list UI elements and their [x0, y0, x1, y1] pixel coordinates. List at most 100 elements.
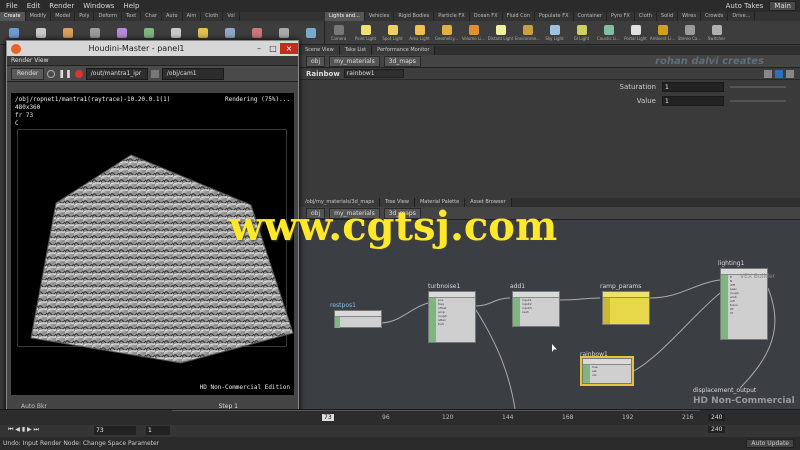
- lights-tool-12[interactable]: Ambient Li...: [649, 21, 676, 45]
- shelf-tab-left-0[interactable]: Create: [0, 12, 26, 21]
- node-ramp[interactable]: [602, 291, 650, 325]
- lights-tool-9[interactable]: GI Light: [568, 21, 595, 45]
- shelf-tab-left-2[interactable]: Model: [51, 12, 76, 21]
- lights-tool-label-14: Switcher: [707, 36, 726, 41]
- current-frame-field[interactable]: 73: [94, 426, 136, 435]
- menu-help[interactable]: Help: [123, 2, 139, 10]
- pause-icon[interactable]: ❚❚: [58, 69, 71, 78]
- tab-take-list[interactable]: Take List: [339, 46, 373, 55]
- timeline[interactable]: 73 96 120 144 168 192 216 240: [0, 409, 800, 425]
- lights-tool-icon-0: [333, 25, 344, 35]
- render-pane-tab[interactable]: Render View: [7, 56, 298, 66]
- shelf-tab-left-8[interactable]: Aim: [183, 12, 202, 21]
- lights-tool-13[interactable]: Stereo Ca...: [676, 21, 703, 45]
- shelf-tab-right-1[interactable]: Vehicles: [365, 12, 395, 21]
- shelf-tab-right-7[interactable]: Container: [574, 12, 607, 21]
- shelf-tab-left-1[interactable]: Modify: [26, 12, 52, 21]
- tab-scene-view[interactable]: Scene View: [300, 46, 340, 55]
- menu-render[interactable]: Render: [49, 2, 74, 10]
- shelf-tab-left-9[interactable]: Cloth: [201, 12, 224, 21]
- lights-tool-14[interactable]: Switcher: [703, 21, 730, 45]
- end-frame-field-2[interactable]: 240: [708, 426, 726, 433]
- param-value-field[interactable]: 1: [662, 96, 724, 106]
- param-saturation-field[interactable]: 1: [662, 82, 724, 92]
- lights-tool-0[interactable]: Camera: [325, 21, 352, 45]
- node-add[interactable]: input1 input2 input3 next: [512, 291, 560, 327]
- maximize-icon[interactable]: □: [266, 43, 280, 54]
- shelf-tab-right-5[interactable]: Fluid Con: [503, 12, 535, 21]
- timeline-playhead: 73: [322, 414, 334, 421]
- left-tool-icon-9: [251, 27, 262, 38]
- lights-tool-5[interactable]: Volume Li...: [460, 21, 487, 45]
- lights-tool-8[interactable]: Sky Light: [541, 21, 568, 45]
- param-value-slider[interactable]: [730, 100, 786, 102]
- camera-select[interactable]: /obj/cam1: [161, 67, 224, 80]
- param-saturation-slider[interactable]: [730, 86, 786, 88]
- stop-icon[interactable]: [74, 69, 83, 78]
- menu-windows[interactable]: Windows: [83, 2, 114, 10]
- lights-tool-7[interactable]: Environme...: [514, 21, 541, 45]
- menu-edit[interactable]: Edit: [27, 2, 41, 10]
- playback-controls[interactable]: ⏮ ◀ ▮ ▶ ⏭: [8, 426, 39, 434]
- lights-tool-6[interactable]: Distant Light: [487, 21, 514, 45]
- shelf-tab-right-4[interactable]: Ocean FX: [470, 12, 503, 21]
- lights-tool-4[interactable]: Geometry...: [433, 21, 460, 45]
- lights-tool-label-9: GI Light: [573, 36, 590, 41]
- shelf-tab-right-9[interactable]: Cloth: [635, 12, 657, 21]
- gear-icon[interactable]: [764, 69, 772, 78]
- lights-tool-label-7: Environme...: [514, 36, 541, 41]
- lights-tool-10[interactable]: Caustic Li...: [595, 21, 622, 45]
- shelf-tab-left-5[interactable]: Text: [122, 12, 142, 21]
- lights-tool-3[interactable]: Area Light: [406, 21, 433, 45]
- path-obj[interactable]: obj: [306, 55, 326, 67]
- left-tool-icon-1: [35, 27, 46, 38]
- auto-takes-toggle[interactable]: Auto Takes: [726, 2, 764, 10]
- minimize-icon[interactable]: –: [252, 43, 266, 54]
- node-restpos[interactable]: [334, 310, 382, 328]
- shelf-tab-right-13[interactable]: Drive...: [728, 12, 756, 21]
- camera-icon[interactable]: [150, 69, 159, 78]
- shelf-tab-left-10[interactable]: Vol: [223, 12, 240, 21]
- shelf-tab-left-4[interactable]: Deform: [94, 12, 123, 21]
- shelf-tab-left-7[interactable]: Auto: [162, 12, 183, 21]
- refresh-icon[interactable]: [47, 69, 56, 78]
- end-frame-field[interactable]: 240: [708, 414, 726, 421]
- node-name-field[interactable]: rainbow1: [343, 69, 404, 78]
- node-type-label: Rainbow: [306, 69, 340, 78]
- start-frame-field[interactable]: 1: [146, 426, 170, 435]
- render-button[interactable]: Render: [11, 67, 45, 80]
- help-icon[interactable]: [775, 69, 783, 78]
- timeline-ruler[interactable]: 73 96 120 144 168 192 216: [172, 410, 700, 426]
- desktop-select[interactable]: Main: [769, 1, 796, 11]
- info-icon[interactable]: [786, 69, 794, 78]
- menu-file[interactable]: File: [6, 2, 18, 10]
- shelf-tab-right-12[interactable]: Crowds: [701, 12, 729, 21]
- shelf-tab-right-2[interactable]: Rigid Bodies: [394, 12, 435, 21]
- node-turbnoise[interactable]: pos freq offset amp rough atten turb: [428, 291, 476, 343]
- shelf-tab-right-0[interactable]: Lights and...: [325, 12, 365, 21]
- close-icon[interactable]: ×: [280, 43, 298, 54]
- path-3d-maps[interactable]: 3d_maps: [383, 55, 421, 67]
- parameter-pane-tabs: Scene View Take List Performance Monitor: [300, 46, 800, 55]
- output-driver-select[interactable]: /out/mantra1_ipr: [85, 67, 148, 80]
- shelf-tab-left-6[interactable]: Char: [141, 12, 162, 21]
- lights-tool-2[interactable]: Spot Light: [379, 21, 406, 45]
- tab-performance-monitor[interactable]: Performance Monitor: [372, 46, 436, 55]
- lights-tool-label-10: Caustic Li...: [596, 36, 621, 41]
- node-rainbow[interactable]: hue sat val: [580, 356, 634, 386]
- shelf-tab-right-6[interactable]: Populate FX: [535, 12, 574, 21]
- lights-tool-icon-6: [495, 25, 506, 35]
- lights-tool-icon-4: [441, 25, 452, 35]
- shelf-tab-right-8[interactable]: Pyro FX: [607, 12, 635, 21]
- path-my-materials[interactable]: my_materials: [329, 55, 380, 67]
- shelf-tab-right-10[interactable]: Solid: [657, 12, 679, 21]
- lights-tool-1[interactable]: Point Light: [352, 21, 379, 45]
- shelf-tab-right-11[interactable]: Wires: [678, 12, 701, 21]
- auto-update-select[interactable]: Auto Update: [746, 439, 794, 448]
- lights-tool-11[interactable]: Portal Light: [622, 21, 649, 45]
- lights-tool-icon-8: [549, 25, 560, 35]
- left-tool-11[interactable]: [297, 21, 324, 45]
- shelf-tab-right-3[interactable]: Particle FX: [434, 12, 470, 21]
- shelf-tab-left-3[interactable]: Poly: [75, 12, 95, 21]
- houdini-logo-icon: [11, 43, 21, 54]
